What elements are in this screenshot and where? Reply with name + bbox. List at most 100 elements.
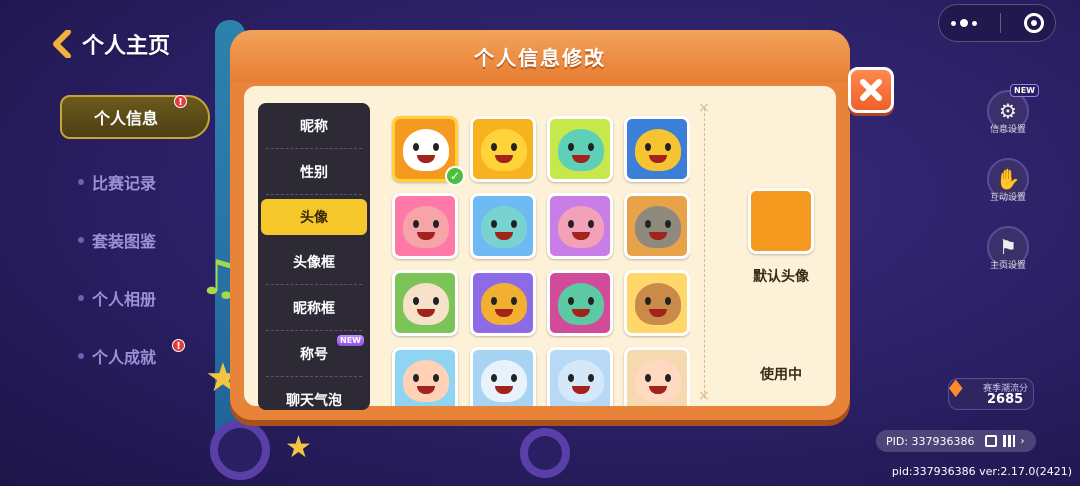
copy-icon[interactable] [984,435,997,447]
page-title: 个人主页 [82,34,171,59]
avatar-face [403,283,449,325]
settings-label: 主页设置 [989,261,1026,271]
avatar-yellow-star[interactable] [470,116,536,182]
version-text: pid:337936386 ver:2.17.0(2421) [891,465,1072,478]
avatar-cream-tongue[interactable] [392,270,458,336]
side-nav-item-profile-info[interactable]: 个人信息 ! [60,95,210,139]
avatar-feature [645,220,651,228]
back-arrow-icon[interactable] [52,29,74,59]
side-nav-label: 个人相册 [92,290,157,309]
avatar-face [558,360,604,402]
info-settings-button[interactable]: ⚙ NEW 信息设置 [985,84,1039,135]
avatar-feature [645,143,651,151]
avatar-snow-bunny[interactable] [470,347,536,406]
settings-label: 互动设置 [989,193,1026,203]
avatar-snow-dino[interactable] [547,347,613,406]
header-back[interactable]: 个人主页 [52,28,170,60]
season-score[interactable]: ♦ 赛季潮流分 2685 [945,375,1034,410]
avatar-feature [491,297,497,305]
avatar-face [403,129,449,171]
mini-program-capsule [938,4,1056,42]
avatar-feature [433,143,439,151]
avatar-face [403,206,449,248]
avatar-feature [511,297,517,305]
avatar-preview [748,188,814,254]
close-button[interactable] [848,67,894,113]
avatar-teal-grin[interactable] [547,270,613,336]
wheel-decoration [210,420,270,480]
in-use-status: 使用中 [760,367,802,383]
category-chat-bubble[interactable]: 聊天气泡 [266,377,362,410]
side-nav: 个人信息 ! 比赛记录 套装图鉴 个人相册 个人成就 ! [60,95,210,385]
side-nav-label: 套装图鉴 [92,232,157,251]
avatar-face [635,129,681,171]
avatar-teal-sad[interactable] [470,193,536,259]
avatar-face [558,206,604,248]
avatar-feature [433,220,439,228]
close-target-icon[interactable] [1023,13,1044,33]
flame-icon: ♦ [945,375,967,403]
avatar-face [635,206,681,248]
side-nav-item-outfit-gallery[interactable]: 套装图鉴 [60,211,210,269]
avatar-feature [511,143,517,151]
avatar-sunglasses[interactable] [624,270,690,336]
category-nickname[interactable]: 昵称 [266,103,362,149]
avatar-pink-shy[interactable] [392,193,458,259]
avatar-face [403,360,449,402]
avatar-grey-fin[interactable] [624,193,690,259]
chevron-right-icon[interactable]: › [1021,436,1025,447]
avatar-feature [433,297,439,305]
avatar-feature [491,220,497,228]
side-nav-label: 比赛记录 [92,174,157,193]
side-nav-item-album[interactable]: 个人相册 [60,269,210,327]
alert-icon: ! [174,95,187,108]
avatar-teal-laugh[interactable] [547,116,613,182]
category-nickname-frame[interactable]: 昵称框 [266,285,362,331]
category-gender[interactable]: 性别 [266,149,362,195]
avatar-feature [665,143,671,151]
category-label: 头像 [300,210,328,226]
category-label: 称号 [300,346,328,363]
modal-header: 个人信息修改 [230,30,850,82]
avatar-pink-crown[interactable] [547,193,613,259]
category-avatar[interactable]: 头像 [261,199,367,235]
category-label: 昵称框 [293,300,335,317]
avatar-face [635,360,681,402]
avatar-feature [588,374,594,382]
new-badge: NEW [337,335,364,346]
bullet-icon [78,353,84,359]
avatar-yellow-cry[interactable] [624,116,690,182]
bullet-icon [78,179,84,185]
avatar-girl-hat[interactable] [392,347,458,406]
avatar-feature [511,374,517,382]
alert-icon: ! [172,339,185,352]
modal-title: 个人信息修改 [474,45,606,70]
interaction-settings-button[interactable]: ✋ 互动设置 [985,158,1031,203]
qr-code-icon[interactable] [1002,435,1015,447]
pid-text: PID: 337936386 [886,434,975,448]
more-icon[interactable] [950,19,977,27]
wheel-decoration [520,428,570,478]
pid-box[interactable]: PID: 337936386 › [876,430,1036,452]
avatar-fox-girl[interactable] [624,347,690,406]
capsule-divider [999,13,1001,33]
homepage-settings-button[interactable]: ⚑ 主页设置 [985,226,1031,271]
category-list: 昵称 性别 头像 头像框 昵称框 称号 NEW 聊天气泡 [258,103,370,410]
side-nav-item-match-record[interactable]: 比赛记录 [60,153,210,211]
divider [704,108,705,398]
avatar-orange-grin[interactable] [470,270,536,336]
category-label: 昵称 [300,118,328,135]
avatar-feature [645,374,651,382]
bullet-icon [78,295,84,301]
preview-label: 默认头像 [753,269,809,285]
avatar-feature [645,297,651,305]
side-nav-item-achievements[interactable]: 个人成就 ! [60,327,210,385]
category-label: 性别 [300,164,328,181]
avatar-feature [568,220,574,228]
category-avatar-frame[interactable]: 头像框 [266,239,362,285]
avatar-face [558,283,604,325]
avatar-feature [665,374,671,382]
season-score-value: 2685 [987,392,1024,407]
avatar-feature [665,220,671,228]
category-title[interactable]: 称号 NEW [266,331,364,377]
